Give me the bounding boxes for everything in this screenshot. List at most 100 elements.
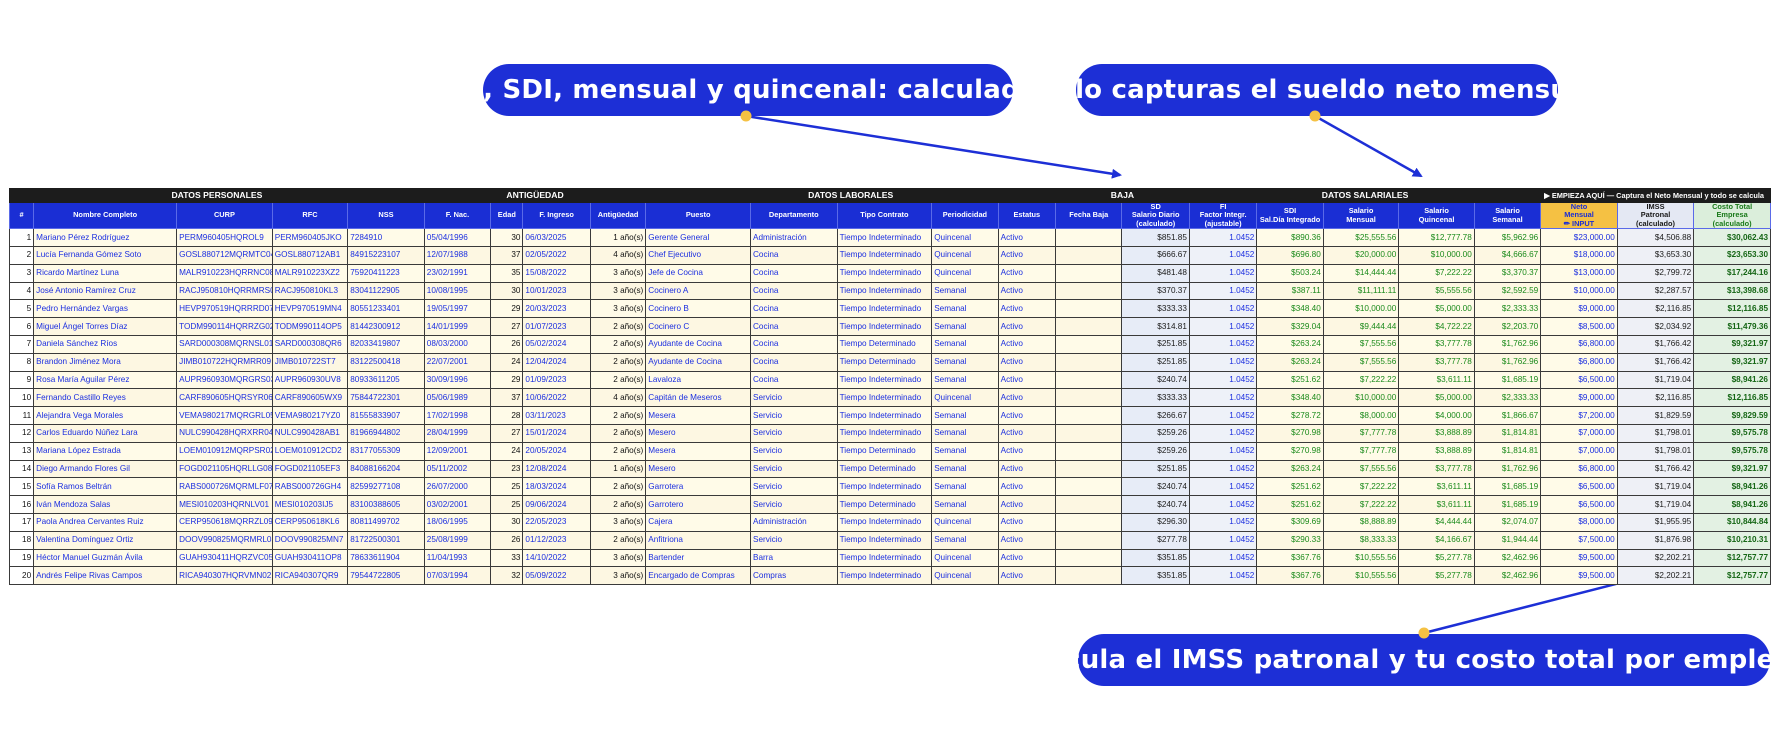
tipo-contrato-cell[interactable]: Tiempo Indeterminado <box>836 263 933 283</box>
fecha-baja-cell[interactable] <box>1054 388 1123 408</box>
tipo-contrato-cell[interactable]: Tiempo Indeterminado <box>836 566 933 586</box>
puesto-cell[interactable]: Garrotero <box>645 495 751 514</box>
mensual-cell[interactable]: $7,222.22 <box>1322 495 1400 514</box>
fingreso-cell[interactable]: 05/02/2024 <box>522 335 591 354</box>
sd-cell[interactable]: $251.85 <box>1121 459 1190 479</box>
fnac-cell[interactable]: 08/03/2000 <box>423 335 492 354</box>
puesto-cell[interactable]: Anfitriona <box>645 530 751 550</box>
edad-cell[interactable]: 30 <box>490 512 524 532</box>
sd-cell[interactable]: $240.74 <box>1121 370 1190 390</box>
row-index[interactable]: 3 <box>8 263 35 283</box>
quincenal-cell[interactable]: $3,777.78 <box>1398 459 1475 479</box>
quincenal-cell[interactable]: $3,888.89 <box>1398 423 1475 443</box>
periodicidad-cell[interactable]: Semanal <box>931 441 999 461</box>
antiguedad-cell[interactable]: 3 año(s) <box>589 263 647 283</box>
sdi-cell[interactable]: $270.98 <box>1256 423 1324 443</box>
periodicidad-cell[interactable]: Quincenal <box>931 246 999 265</box>
sdi-cell[interactable]: $696.80 <box>1256 246 1324 265</box>
row-index[interactable]: 12 <box>8 423 35 443</box>
fecha-baja-cell[interactable] <box>1054 477 1123 497</box>
nss-cell[interactable]: 82033419807 <box>347 335 425 354</box>
col-header-estatus[interactable]: Estatus <box>997 201 1057 230</box>
fi-cell[interactable]: 1.0452 <box>1188 530 1258 550</box>
sdi-cell[interactable]: $367.76 <box>1256 566 1324 586</box>
departamento-cell[interactable]: Servicio <box>749 388 838 408</box>
row-index[interactable]: 17 <box>8 512 35 532</box>
neto-input-cell[interactable]: $10,000.00 <box>1540 281 1618 301</box>
curp-cell[interactable]: CERP950618MQRRZL09 <box>176 512 273 532</box>
curp-cell[interactable]: PERM960405HQROL9 <box>176 228 273 248</box>
row-index[interactable]: 15 <box>8 477 35 497</box>
nss-cell[interactable]: 75920411223 <box>347 263 425 283</box>
edad-cell[interactable]: 35 <box>490 263 524 283</box>
mensual-cell[interactable]: $7,222.22 <box>1322 477 1400 497</box>
quincenal-cell[interactable]: $3,611.11 <box>1398 495 1475 514</box>
puesto-cell[interactable]: Cocinero C <box>645 317 751 336</box>
fecha-baja-cell[interactable] <box>1054 566 1123 586</box>
curp-cell[interactable]: RICA940307HQRVMN02 <box>176 566 273 586</box>
neto-input-cell[interactable]: $9,000.00 <box>1540 388 1618 408</box>
costo-cell[interactable]: $8,941.26 <box>1693 477 1771 497</box>
neto-input-cell[interactable]: $9,500.00 <box>1540 548 1618 568</box>
neto-input-cell[interactable]: $7,200.00 <box>1540 406 1618 425</box>
sd-cell[interactable]: $351.85 <box>1121 566 1190 586</box>
fingreso-cell[interactable]: 12/04/2024 <box>522 352 591 372</box>
col-header-curp[interactable]: CURP <box>176 201 273 230</box>
antiguedad-cell[interactable]: 4 año(s) <box>589 246 647 265</box>
curp-cell[interactable]: TODM990114HQRRZG02 <box>176 317 273 336</box>
nombre-cell[interactable]: José Antonio Ramírez Cruz <box>33 281 178 301</box>
imss-cell[interactable]: $1,719.04 <box>1616 495 1695 514</box>
departamento-cell[interactable]: Cocina <box>749 370 838 390</box>
tipo-contrato-cell[interactable]: Tiempo Indeterminado <box>836 388 933 408</box>
estatus-cell[interactable]: Activo <box>997 335 1057 354</box>
costo-cell[interactable]: $12,116.85 <box>1693 388 1771 408</box>
costo-cell[interactable]: $10,844.84 <box>1693 512 1771 532</box>
semanal-cell[interactable]: $1,762.96 <box>1473 459 1542 479</box>
antiguedad-cell[interactable]: 2 año(s) <box>589 423 647 443</box>
rfc-cell[interactable]: JIMB010722ST7 <box>271 352 349 372</box>
col-header-semanal[interactable]: Salario Semanal <box>1473 201 1542 230</box>
col-header-antiguedad[interactable]: Antigüedad <box>589 201 647 230</box>
periodicidad-cell[interactable]: Semanal <box>931 335 999 354</box>
edad-cell[interactable]: 24 <box>490 352 524 372</box>
rfc-cell[interactable]: MESI010203IJ5 <box>271 495 349 514</box>
puesto-cell[interactable]: Mesero <box>645 423 751 443</box>
imss-cell[interactable]: $1,876.98 <box>1616 530 1695 550</box>
semanal-cell[interactable]: $1,814.81 <box>1473 441 1542 461</box>
rfc-cell[interactable]: HEVP970519MN4 <box>271 299 349 319</box>
semanal-cell[interactable]: $1,762.96 <box>1473 352 1542 372</box>
nss-cell[interactable]: 83041122905 <box>347 281 425 301</box>
semanal-cell[interactable]: $2,462.96 <box>1473 548 1542 568</box>
fi-cell[interactable]: 1.0452 <box>1188 477 1258 497</box>
curp-cell[interactable]: GOSL880712MQRMTC04 <box>176 246 273 265</box>
puesto-cell[interactable]: Cocinero A <box>645 281 751 301</box>
quincenal-cell[interactable]: $3,777.78 <box>1398 335 1475 354</box>
neto-input-cell[interactable]: $6,800.00 <box>1540 335 1618 354</box>
col-header-fecha-baja[interactable]: Fecha Baja <box>1054 201 1123 230</box>
estatus-cell[interactable]: Activo <box>997 317 1057 336</box>
table-row[interactable]: 2 Lucía Fernanda Gómez Soto GOSL880712MQRM… <box>8 246 1771 265</box>
quincenal-cell[interactable]: $3,611.11 <box>1398 477 1475 497</box>
fnac-cell[interactable]: 25/08/1999 <box>423 530 492 550</box>
edad-cell[interactable]: 25 <box>490 495 524 514</box>
semanal-cell[interactable]: $1,866.67 <box>1473 406 1542 425</box>
fi-cell[interactable]: 1.0452 <box>1188 317 1258 336</box>
sdi-cell[interactable]: $251.62 <box>1256 370 1324 390</box>
neto-input-cell[interactable]: $13,000.00 <box>1540 263 1618 283</box>
table-row[interactable]: 3 Ricardo Martínez Luna MALR910223HQRRNC08… <box>8 263 1771 283</box>
rfc-cell[interactable]: DOOV990825MN7 <box>271 530 349 550</box>
sd-cell[interactable]: $333.33 <box>1121 299 1190 319</box>
periodicidad-cell[interactable]: Semanal <box>931 459 999 479</box>
sd-cell[interactable]: $370.37 <box>1121 281 1190 301</box>
antiguedad-cell[interactable]: 2 año(s) <box>589 477 647 497</box>
nss-cell[interactable]: 84915223107 <box>347 246 425 265</box>
fecha-baja-cell[interactable] <box>1054 281 1123 301</box>
costo-cell[interactable]: $9,575.78 <box>1693 423 1771 443</box>
sd-cell[interactable]: $259.26 <box>1121 423 1190 443</box>
periodicidad-cell[interactable]: Quincenal <box>931 388 999 408</box>
departamento-cell[interactable]: Administración <box>749 228 838 248</box>
sdi-cell[interactable]: $503.24 <box>1256 263 1324 283</box>
nombre-cell[interactable]: Iván Mendoza Salas <box>33 495 178 514</box>
tipo-contrato-cell[interactable]: Tiempo Determinado <box>836 335 933 354</box>
costo-cell[interactable]: $11,479.36 <box>1693 317 1771 336</box>
